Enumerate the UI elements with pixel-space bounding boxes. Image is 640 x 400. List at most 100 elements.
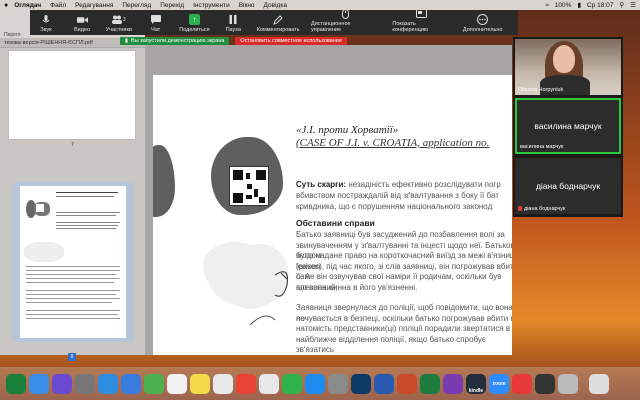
audio-button[interactable]: Звук	[34, 14, 58, 33]
battery-icon[interactable]: ▮	[577, 1, 581, 9]
shield-icon: ▮	[125, 37, 129, 44]
video-icon	[76, 14, 88, 25]
paragraph1-line-6: що вона винна в його ув'язненні.	[296, 282, 418, 292]
zoom-icon[interactable]: zoom	[489, 373, 509, 394]
complaint-line-1-rest: незадіність ефективно розслідувати погр	[346, 180, 501, 189]
decorative-blob-left	[153, 145, 175, 217]
onenote-icon[interactable]	[443, 373, 463, 394]
pause-button[interactable]: Пауза	[221, 14, 245, 33]
preferences-icon[interactable]	[328, 373, 348, 394]
participant-name-vasylyna: василина марчук	[520, 144, 564, 150]
mail-icon[interactable]	[121, 373, 141, 394]
sidebar-tabs-label[interactable]: Перегл	[4, 32, 21, 38]
map-illustration	[203, 241, 289, 326]
participants-count: 3	[122, 16, 126, 23]
calendar-icon[interactable]	[167, 373, 187, 394]
participants-button[interactable]: 3 Участники	[106, 14, 132, 33]
share-screen-button[interactable]: ↑ Поделиться	[179, 14, 210, 33]
maps-icon[interactable]	[144, 373, 164, 394]
annotate-icon	[273, 14, 284, 25]
control-center-icon[interactable]: ☰	[630, 1, 636, 9]
participant-tile-diana[interactable]: діана боднарчук діана боднарчук	[515, 158, 621, 214]
chat-button[interactable]: Чат	[144, 14, 168, 33]
wifi-icon[interactable]: ≈	[545, 2, 549, 9]
participant-tile-vasylyna[interactable]: василина марчук василина марчук	[515, 98, 621, 154]
case-subtitle: (CASE OF J.I. v. CROATIA, application no…	[296, 137, 490, 149]
page-thumbnail-8	[20, 186, 126, 338]
complaint-line-3: кривдника, що є порушенням національного…	[296, 202, 493, 211]
launchpad-icon[interactable]	[75, 373, 95, 394]
case-title: «J.I. проти Хорватії»	[296, 124, 399, 136]
more-button[interactable]: Дополнительно	[462, 14, 503, 33]
apple-menu-icon[interactable]: ●	[4, 2, 8, 9]
paragraph2-line-2: почувається в безпеці, оскільки батько п…	[296, 313, 512, 323]
show-conference-label: Показать конференцию	[392, 21, 429, 33]
audio-label: Звук	[40, 27, 52, 33]
complaint-label: Суть скарги:	[296, 180, 347, 189]
menu-view[interactable]: Перегляд	[122, 2, 151, 9]
clock[interactable]: Ср 18:07	[587, 2, 613, 9]
participants-icon: 3	[110, 14, 128, 25]
safari-icon[interactable]	[98, 373, 118, 394]
menu-app-name[interactable]: Оглядач	[14, 2, 41, 9]
search-icon[interactable]: ⚲	[619, 1, 624, 9]
siri-icon[interactable]	[52, 373, 72, 394]
word-icon[interactable]	[374, 373, 394, 394]
paragraph1-line-1: Батько заявниці був засуджений до позбав…	[296, 230, 505, 239]
paragraph2-line-4: найближче відділення поліції, якщо батьк…	[296, 334, 487, 355]
menu-help[interactable]: Довідка	[264, 2, 287, 9]
share-label: Поделиться	[179, 27, 210, 33]
more-icon	[477, 14, 489, 25]
page-number-7: 7	[71, 142, 74, 148]
photos-icon[interactable]	[213, 373, 233, 394]
show-conference-button[interactable]: Показать конференцию	[392, 8, 451, 33]
complaint-line-1: Суть скарги: незадіність ефективно розсл…	[296, 180, 512, 191]
menu-tools[interactable]: Інструменти	[193, 2, 230, 9]
document-view[interactable]: «J.I. проти Хорватії» (CASE OF J.I. v. C…	[145, 45, 512, 355]
complaint-line-2: вбивством постраждалій від зґвалтування …	[296, 191, 499, 200]
reminders-icon[interactable]	[259, 373, 279, 394]
participant-face	[553, 45, 575, 73]
preview-sidebar: Перегл тезова-версія-РІШЕННЯ-ЄСПЛ.pdf 7	[0, 10, 145, 361]
excel-icon[interactable]	[420, 373, 440, 394]
share-icon: ↑	[188, 14, 200, 25]
menu-window[interactable]: Вікно	[239, 2, 255, 9]
page-thumbnail-8-selected[interactable]	[12, 182, 134, 342]
downloads-icon[interactable]	[558, 373, 578, 394]
youtube-icon[interactable]	[512, 373, 532, 394]
document-page: «J.I. проти Хорватії» (CASE OF J.I. v. C…	[153, 75, 512, 355]
participant-name-oksana: Oksana Horpyniuk	[518, 87, 564, 93]
menu-go[interactable]: Перехід	[160, 2, 184, 9]
zoom-pen-icon[interactable]	[6, 373, 26, 394]
finder-icon[interactable]	[29, 373, 49, 394]
muted-mic-icon	[518, 206, 522, 212]
video-button[interactable]: Видео	[70, 14, 94, 33]
stop-share-button[interactable]: Остановить совместное использование	[235, 36, 347, 45]
remote-control-label: Дистанционное управление	[310, 21, 351, 33]
trash-icon[interactable]	[589, 373, 609, 394]
remote-control-button[interactable]: Дистанционное управление	[311, 8, 380, 33]
kindle-icon[interactable]: kindle	[466, 373, 486, 394]
pause-label: Пауза	[225, 27, 241, 33]
participant-tile-oksana[interactable]: Oksana Horpyniuk	[515, 39, 621, 95]
powerpoint-icon[interactable]	[397, 373, 417, 394]
page-thumbnail-7[interactable]	[8, 50, 136, 140]
chrome-icon[interactable]	[236, 373, 256, 394]
annotate-button[interactable]: Комментировать	[256, 14, 300, 33]
chat-label: Чат	[151, 27, 161, 33]
chat-icon	[150, 14, 161, 25]
facetime-icon[interactable]	[282, 373, 302, 394]
video-label: Видео	[73, 27, 91, 33]
appstore-icon[interactable]	[305, 373, 325, 394]
participants-panel: Oksana Horpyniuk василина марчук василин…	[513, 37, 623, 217]
photoshop-icon[interactable]	[351, 373, 371, 394]
paragraph2-line-3: натомість представники(ці) поліції порад…	[296, 324, 511, 333]
music-icon[interactable]	[535, 373, 555, 394]
annotate-label: Комментировать	[256, 27, 300, 33]
more-label: Дополнительно	[462, 27, 503, 33]
pause-icon	[228, 14, 239, 25]
menu-edit[interactable]: Редагування	[75, 2, 113, 9]
notes-icon[interactable]	[190, 373, 210, 394]
share-notice: ▮ Вы запустили демонстрацию экрана	[120, 36, 230, 45]
menu-file[interactable]: Файл	[50, 2, 66, 9]
